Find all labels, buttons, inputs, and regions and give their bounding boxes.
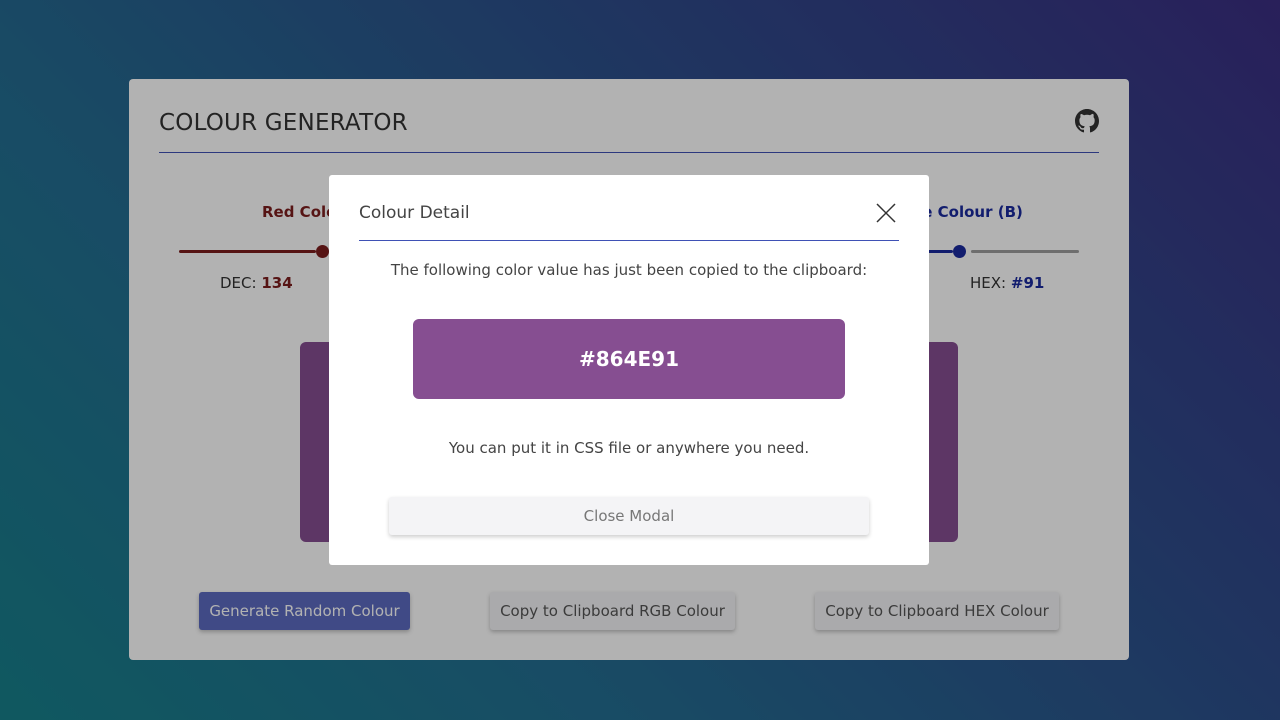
colour-detail-modal: Colour Detail The following color value … bbox=[329, 175, 929, 565]
close-modal-button[interactable]: Close Modal bbox=[389, 497, 869, 535]
modal-header: Colour Detail bbox=[359, 195, 899, 241]
colour-value-swatch: #864E91 bbox=[413, 319, 845, 399]
modal-title: Colour Detail bbox=[359, 203, 470, 223]
close-icon[interactable] bbox=[875, 202, 897, 224]
modal-message: The following color value has just been … bbox=[390, 261, 868, 279]
modal-hint: You can put it in CSS file or anywhere y… bbox=[448, 439, 810, 457]
